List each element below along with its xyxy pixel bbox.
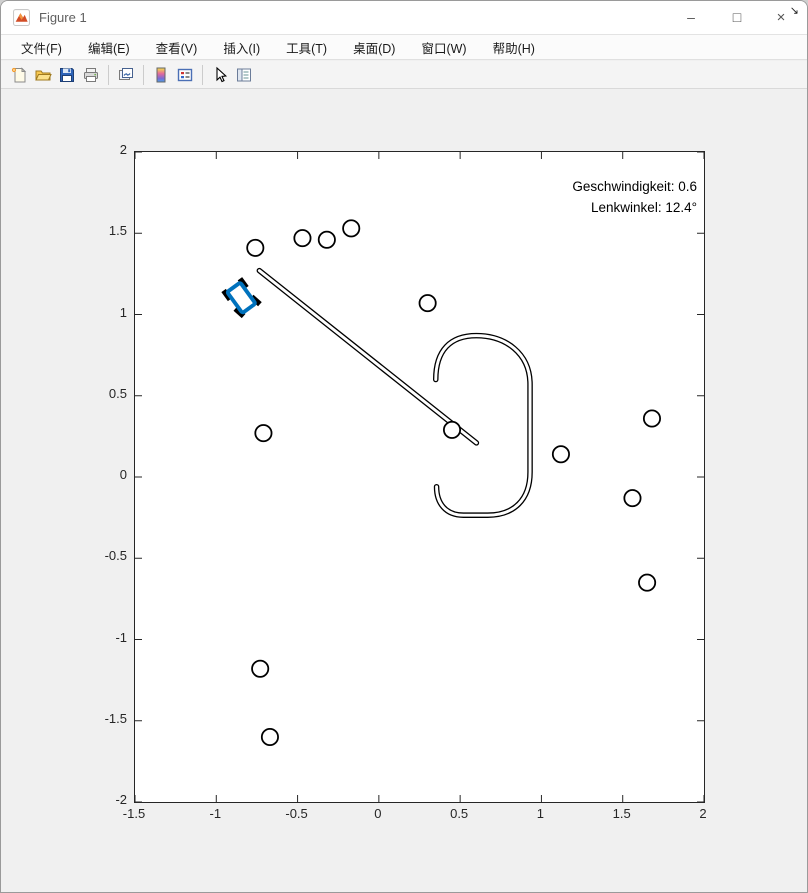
y-tick-label: -0.5 [104,548,127,564]
checkpoint-9 [638,573,657,592]
menu-item-1[interactable]: 编辑(E) [78,35,140,60]
checkpoint-markers [246,219,661,747]
x-tick-label: 0.5 [450,806,469,821]
printer-icon [84,67,98,82]
title-bar: Figure 1 – □ × [1,1,807,35]
track-plot [135,152,704,802]
toolbar-separator [202,64,203,85]
checkpoint-8 [623,489,642,508]
car-body [225,281,257,315]
checkpoint-10 [254,424,273,443]
matlab-figure-icon [13,9,30,26]
dock-arrow-icon[interactable]: ↘ [790,4,799,17]
axes-plot-area [134,151,705,803]
open-file-button[interactable] [31,64,55,86]
x-tick-label: 2 [699,806,707,821]
cursor-arrow-icon [216,66,228,82]
checkpoint-3 [342,219,361,238]
link-plot-button[interactable] [114,64,138,86]
property-panel-icon [237,68,251,81]
toolbar-separator [143,64,144,85]
checkpoint-7 [642,409,661,428]
y-tick-label: -2 [115,792,127,807]
save-floppy-icon [60,67,74,82]
new-file-icon [11,66,27,82]
y-tick-label: -1 [115,629,127,645]
menu-item-7[interactable]: 帮助(H) [483,35,545,60]
figure-window: Figure 1 – □ × 文件(F) 编辑(E) 查看(V) 插入(I) 工具(T)… [0,0,808,893]
x-tick-label: 1.5 [612,806,631,821]
telemetry-annotation: Geschwindigkeit: 0.6 Lenkwinkel: 12.4° [572,176,697,218]
speed-text: Geschwindigkeit: 0.6 [572,179,697,194]
x-tick-label: 1 [536,806,545,821]
window-title: Figure 1 [39,10,87,25]
menu-item-0[interactable]: 文件(F) [11,35,72,60]
link-plot-icon [119,67,133,80]
insert-colorbar-button[interactable] [149,64,173,86]
figure-canvas: -1.5 -1 -0.5 0 0.5 1 1.5 2 -2 -1.5 -1 -0.5 0 0.5 1 1.5… [1,90,807,892]
steering-text: Lenkwinkel: 12.4° [591,200,697,215]
checkpoint-6 [551,445,570,464]
checkpoint-0 [246,238,265,257]
x-tick-label: -1 [209,806,222,821]
checkpoint-11 [251,659,270,678]
x-tick-label: 0 [374,806,382,821]
toolbar [1,61,807,89]
axis-ticks [135,152,704,802]
checkpoint-4 [418,294,437,313]
menu-bar: 文件(F) 编辑(E) 查看(V) 插入(I) 工具(T) 桌面(D) 窗口(W) 帮助(H) [1,35,807,60]
y-tick-label: 0.5 [108,385,127,401]
colorbar-icon [156,67,166,82]
edit-plot-button[interactable] [208,64,232,86]
insert-legend-button[interactable] [173,64,197,86]
property-editor-button[interactable] [232,64,256,86]
open-folder-icon [35,70,52,80]
legend-icon [177,68,193,81]
menu-item-6[interactable]: 窗口(W) [411,35,476,60]
new-file-button[interactable] [7,64,31,86]
car-marker [221,277,262,319]
toolbar-separator [108,64,109,85]
x-tick-label: -1.5 [122,806,146,821]
print-button[interactable] [79,64,103,86]
y-tick-label: 1 [119,304,127,320]
y-tick-label: 0 [119,467,127,482]
menu-item-2[interactable]: 查看(V) [146,35,208,60]
y-tick-label: -1.5 [104,710,127,726]
menu-item-4[interactable]: 工具(T) [276,35,337,60]
menu-item-5[interactable]: 桌面(D) [343,35,405,60]
x-tick-label: -0.5 [285,806,308,821]
track-wall-divider-core [257,269,478,445]
y-tick-label: 2 [119,142,127,157]
checkpoint-12 [260,727,279,747]
minimize-button[interactable]: – [669,1,713,34]
y-tick-label: 1.5 [108,223,127,239]
checkpoint-2 [317,230,336,249]
checkpoint-5 [442,420,462,439]
menu-item-3[interactable]: 插入(I) [213,35,270,60]
maximize-button[interactable]: □ [715,1,759,34]
save-button[interactable] [55,64,79,86]
checkpoint-1 [293,229,312,248]
